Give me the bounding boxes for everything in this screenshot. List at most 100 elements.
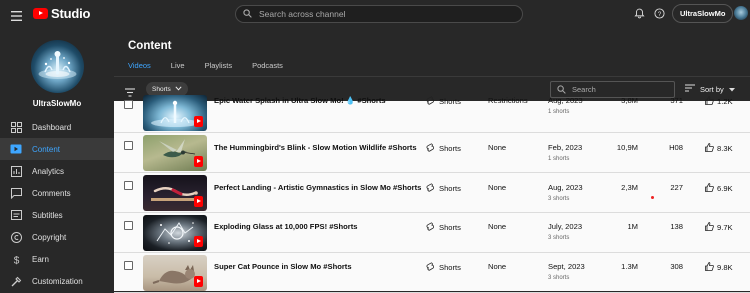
sidebar-item-label: Copyright [32, 232, 67, 242]
visibility: Shorts [426, 183, 461, 194]
table-row[interactable]: Epic Water Splash in Ultra Slow Mo! 💧 #S… [114, 93, 750, 133]
video-title[interactable]: Super Cat Pounce in Slow Mo #Shorts [214, 262, 352, 271]
channel-button[interactable]: UltraSlowMo [672, 4, 734, 23]
video-thumbnail[interactable] [143, 175, 207, 211]
page-title: Content [128, 40, 172, 52]
content-table: Epic Water Splash in Ultra Slow Mo! 💧 #S… [114, 95, 750, 293]
likes-count: 9.7K [717, 223, 733, 232]
shorts-badge-icon [194, 116, 203, 127]
shorts-badge-icon [194, 196, 203, 207]
chip-label: Shorts [152, 85, 171, 93]
row-checkbox[interactable] [124, 261, 133, 270]
thumbs-up-icon [705, 96, 714, 107]
views: 10,9M [616, 143, 638, 152]
analytics-icon [10, 165, 22, 177]
sidebar-channel-name: UltraSlowMo [32, 99, 82, 108]
video-title[interactable]: Exploding Glass at 10,000 FPS! #Shorts [214, 222, 357, 231]
date: Sept, 2023 [548, 262, 585, 271]
comments-icon [10, 187, 22, 199]
shorts-icon [426, 143, 435, 154]
shorts-icon [426, 222, 435, 233]
status-dot [651, 196, 654, 199]
channel-search[interactable] [235, 5, 523, 23]
likes-count: 1.2K [717, 97, 733, 106]
likes: 8.3K [705, 143, 733, 154]
channel-avatar[interactable] [31, 40, 84, 93]
restrictions: None [488, 262, 507, 271]
likes: 1.2K [705, 96, 733, 107]
date-sub: 3 shorts [548, 235, 570, 241]
sidebar-item-comments[interactable]: Comments [0, 182, 114, 204]
video-thumbnail[interactable] [143, 215, 207, 251]
table-row[interactable]: Super Cat Pounce in Slow Mo #Shorts Shor… [114, 253, 750, 293]
help-icon[interactable]: ? [654, 6, 665, 24]
date: Aug, 2023 [548, 96, 583, 105]
row-checkbox[interactable] [124, 221, 133, 230]
table-row[interactable]: Perfect Landing - Artistic Gymnastics in… [114, 173, 750, 213]
video-title[interactable]: Perfect Landing - Artistic Gymnastics in… [214, 183, 421, 192]
shorts-badge-icon [194, 236, 203, 247]
date: Feb, 2023 [548, 143, 583, 152]
svg-text:?: ? [658, 11, 662, 18]
studio-logo[interactable]: Studio [33, 6, 90, 21]
sidebar-item-subtitles[interactable]: Subtitles [0, 204, 114, 226]
row-checkbox[interactable] [124, 100, 133, 109]
visibility-label: Shorts [439, 223, 461, 232]
views: 1.3M [621, 262, 638, 271]
content-icon [10, 143, 22, 155]
subtitles-icon [10, 209, 22, 221]
date: Aug, 2023 [548, 183, 583, 192]
sidebar-item-analytics[interactable]: Analytics [0, 160, 114, 182]
table-row[interactable]: Exploding Glass at 10,000 FPS! #Shorts S… [114, 213, 750, 253]
sidebar-item-label: Customization [32, 276, 83, 286]
top-bar: Studio ? UltraSlowMo [0, 0, 750, 28]
customization-icon [10, 275, 22, 287]
thumbs-up-icon [705, 222, 714, 233]
thumbs-up-icon [705, 183, 714, 194]
comments-count: 227 [670, 183, 683, 192]
sidebar-item-content[interactable]: Content [0, 138, 114, 160]
chevron-down-icon [175, 85, 182, 93]
video-thumbnail[interactable] [143, 255, 207, 291]
restrictions: None [488, 222, 507, 231]
likes-count: 6.9K [717, 184, 733, 193]
sidebar-item-label: Dashboard [32, 122, 72, 132]
date-sub: 3 shorts [548, 275, 570, 281]
sidebar-item-customization[interactable]: Customization [0, 270, 114, 292]
comments-count: 371 [670, 96, 683, 105]
shorts-icon [426, 183, 435, 194]
sidebar-item-dashboard[interactable]: Dashboard [0, 116, 114, 138]
views: 1M [627, 222, 638, 231]
channel-search-input[interactable] [259, 9, 499, 19]
main-content: Content Videos Live Playlists Podcasts S… [114, 28, 750, 293]
likes: 6.9K [705, 183, 733, 194]
thumbs-up-icon [705, 262, 714, 273]
likes-count: 8.3K [717, 144, 733, 153]
video-title[interactable]: The Hummingbird's Blink - Slow Motion Wi… [214, 143, 417, 152]
row-checkbox[interactable] [124, 141, 133, 150]
menu-icon[interactable] [11, 8, 22, 26]
earn-icon: $ [10, 253, 22, 265]
visibility: Shorts [426, 96, 461, 107]
sidebar-item-earn[interactable]: $ Earn [0, 248, 114, 270]
svg-text:$: $ [13, 255, 19, 265]
account-avatar[interactable] [734, 6, 748, 20]
visibility-label: Shorts [439, 184, 461, 193]
notifications-icon[interactable] [634, 6, 645, 24]
date: July, 2023 [548, 222, 583, 231]
date-sub: 3 shorts [548, 196, 570, 202]
visibility: Shorts [426, 222, 461, 233]
search-icon [243, 5, 252, 23]
video-thumbnail[interactable] [143, 135, 207, 171]
comments-count: 138 [670, 222, 683, 231]
logo-text: Studio [51, 6, 91, 21]
video-title[interactable]: Epic Water Splash in Ultra Slow Mo! 💧 #S… [214, 96, 386, 105]
table-row[interactable]: The Hummingbird's Blink - Slow Motion Wi… [114, 133, 750, 173]
copyright-icon [10, 231, 22, 243]
sidebar-item-copyright[interactable]: Copyright [0, 226, 114, 248]
video-thumbnail[interactable] [143, 95, 207, 131]
row-checkbox[interactable] [124, 181, 133, 190]
likes: 9.7K [705, 222, 733, 233]
views: 3,8M [621, 96, 638, 105]
sidebar-item-label: Content [32, 144, 61, 154]
